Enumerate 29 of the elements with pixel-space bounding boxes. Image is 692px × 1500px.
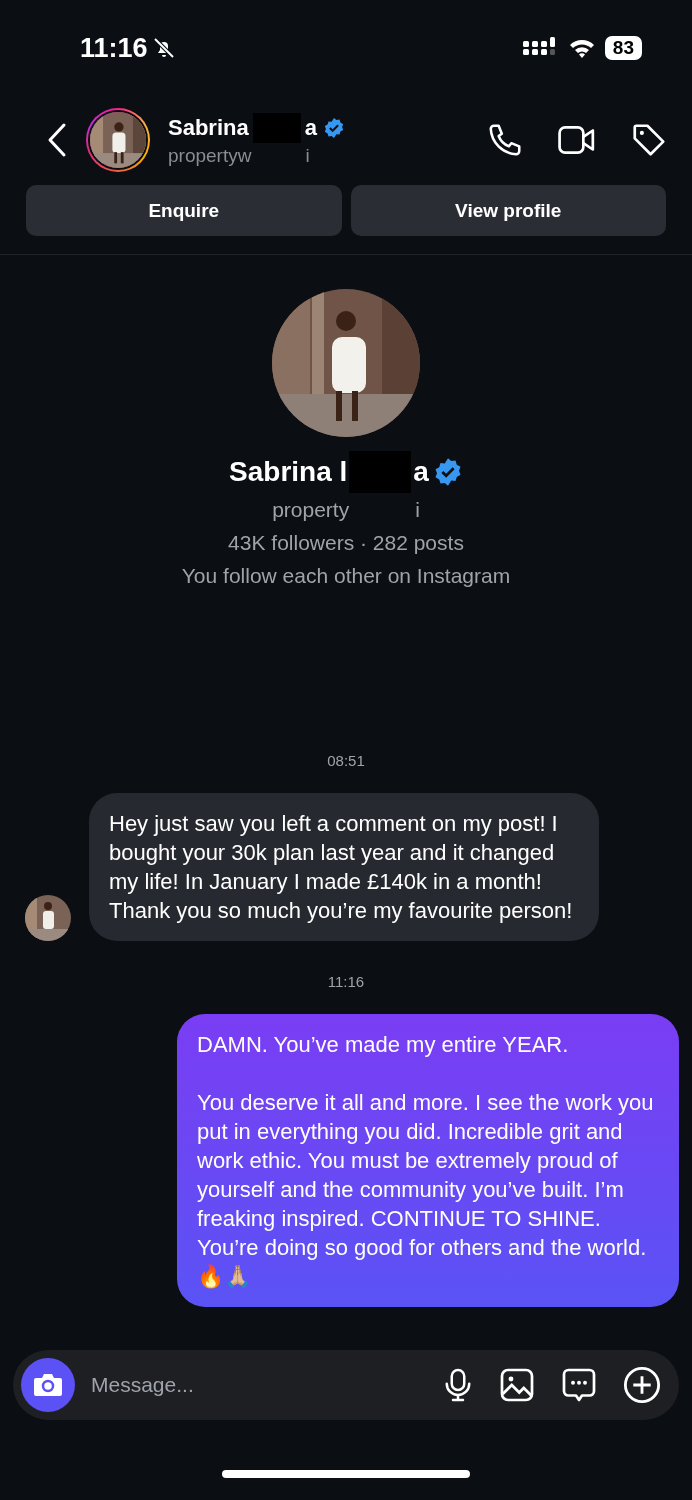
contact-name: Sabrina [168,115,249,141]
status-time: 11:16 [80,32,148,64]
mutual-follow-note: You follow each other on Instagram [181,563,511,589]
message-text: You deserve it all and more. I see the work you put in everything you did. Incredible grit and work ethic. You must be extremely proud of yourself and the community you’ve built. I’m freaking inspired. CONTINUE TO SHINE. You’re doing so good for others and the world. 🔥🙏🏼 [197,1089,655,1291]
add-icon[interactable] [623,1366,661,1404]
image-icon[interactable] [499,1367,535,1403]
battery-indicator: 83 [604,36,642,60]
message-timestamp: 11:16 [327,973,365,990]
profile-handle: i [415,497,420,523]
camera-icon [33,1372,63,1398]
message-text: Hey just saw you left a comment on my post! I bought your 30k plan last year and it changed my life! In January I made £140k in a month! Thank you so much you’re my favourite person! [109,810,574,925]
message-timestamp: 08:51 [327,752,365,769]
tag-icon[interactable] [630,121,668,159]
profile-name: a [413,456,429,488]
profile-stats: 43K followers · 282 posts [228,530,464,556]
contact-handle: i [305,145,310,167]
contact-handle: propertyw [168,145,252,167]
contact-name: a [304,115,317,141]
message-input[interactable]: Message... [89,1372,429,1398]
message-text: DAMN. You’ve made my entire YEAR. [197,1031,570,1059]
camera-button[interactable] [21,1358,75,1412]
profile-handle: property [272,497,350,523]
wifi-icon [568,38,595,58]
microphone-icon[interactable] [443,1367,473,1403]
chat-bubble-icon[interactable] [561,1367,597,1403]
back-icon[interactable] [46,122,68,158]
profile-name: Sabrina l [229,456,348,488]
view-profile-button[interactable]: View profile [350,185,666,236]
enquire-button[interactable]: Enquire [26,185,342,236]
